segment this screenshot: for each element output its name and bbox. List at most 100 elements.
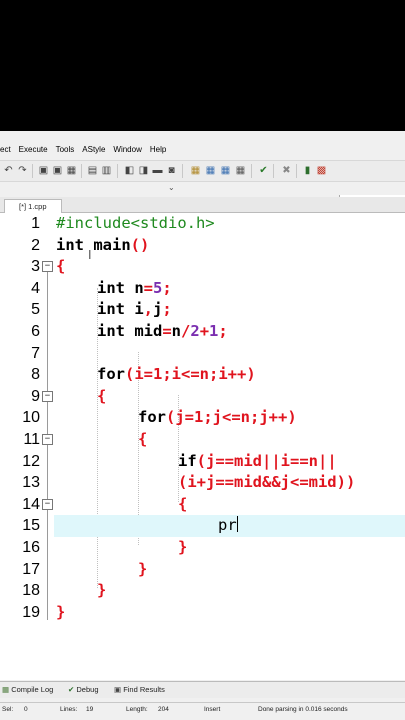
fold-collapse-icon[interactable]: − [42,434,53,445]
code-text: { [97,386,107,405]
code-line: 11 − { [0,429,405,451]
indent-icon[interactable]: ◧ [124,165,135,176]
tab-label: Debug [76,685,99,694]
code-line: 2 int main() [0,235,405,257]
line-number: 8 [31,366,40,384]
tab-label: Compile Log [11,685,54,694]
class-icon[interactable]: ◙ [166,165,177,176]
status-length-value: 204 [158,706,169,713]
find-icon[interactable]: ▣ [38,165,49,176]
check-icon[interactable]: ✔ [258,165,269,176]
chart-icon[interactable]: ▮ [302,165,313,176]
code-line: 7 [0,343,405,365]
menu-tools[interactable]: Tools [56,145,75,159]
code-text: (i+j==mid&&j<=mid)) [178,473,356,492]
code-line: 14 − { [0,494,405,516]
mouse-ibeam-icon: I [88,248,92,262]
print-icon[interactable]: ▤ [87,165,98,176]
toolbar-separator [251,164,252,178]
status-sel-value: 0 [24,706,28,713]
bottom-panel-tabs: ▦ Compile Log ✔ Debug ▣ Find Results [0,681,405,698]
tab-label: Find Results [123,685,165,694]
code-text: for(i=1;i<=n;i++) [97,365,256,384]
class-combo-row: ⌄ [0,182,405,195]
stop-icon[interactable]: ✖ [281,165,292,176]
code-text: } [178,538,188,556]
toolbar-separator [32,164,33,178]
tab-1cpp[interactable]: [*] 1.cpp [4,199,62,213]
fold-collapse-icon[interactable]: − [42,261,53,273]
line-number: 19 [22,603,40,621]
code-text: int mid=n/2+1; [97,322,228,340]
code-text: } [138,559,148,578]
line-number: 16 [22,539,40,556]
status-mode: Insert [204,706,221,713]
tab-debug[interactable]: ✔ Debug [68,682,99,698]
tab-find-results[interactable]: ▣ Find Results [114,682,165,698]
menu-astyle[interactable]: AStyle [82,145,105,159]
debug-icon[interactable]: ▩ [316,165,327,176]
unindent-icon[interactable]: ◨ [138,165,149,176]
line-number: 4 [31,279,40,297]
find-results-icon: ▣ [114,685,122,694]
code-line: 1 #include<stdio.h> [0,213,405,235]
redo-icon[interactable]: ↷ [17,165,28,176]
line-number: 6 [31,323,40,340]
status-sel-label: Sel: [2,706,14,713]
code-text: { [178,494,188,513]
toolbar-separator [81,164,82,178]
code-editor[interactable]: 1 #include<stdio.h> 2 int main() 3 − { 4… [0,213,405,680]
debug-tab-icon: ✔ [68,685,75,694]
line-number: 3 [31,258,40,276]
code-line: 8 for(i=1;i<=n;i++) [0,364,405,386]
line-number: 15 [22,517,40,535]
code-text: { [138,430,148,448]
line-number: 1 [31,215,40,232]
replace-icon[interactable]: ▣ [52,165,63,176]
code-text: if(j==mid||i==n|| [178,451,337,470]
menu-execute[interactable]: Execute [19,145,48,159]
code-text: #include<stdio.h> [56,214,215,232]
code-text: for(j=1;j<=n;j++) [138,408,297,427]
code-line: 3 − { [0,256,405,278]
code-text: int main() [56,235,150,254]
compile-log-icon: ▦ [2,685,10,694]
compile-icon[interactable]: ▦ [190,165,201,176]
chevron-down-icon[interactable]: ⌄ [168,183,175,192]
toolbar-separator [117,164,118,178]
code-text: int n=5; [97,278,172,297]
goto-icon[interactable]: ▦ [66,165,77,176]
code-line: 12 if(j==mid||i==n|| [0,451,405,473]
fold-collapse-icon[interactable]: − [42,390,53,402]
code-line: 13 (i+j==mid&&j<=mid)) [0,472,405,494]
menu-bar: ect Execute Tools AStyle Window Help [0,145,405,159]
toolbar-separator [296,164,297,178]
line-number: 12 [22,452,40,470]
editor-tab-bar: [*] 1.cpp [0,197,405,213]
toolbar-separator [182,164,183,178]
code-line: 18 } [0,580,405,602]
undo-icon[interactable]: ↶ [3,165,14,176]
menu-window[interactable]: Window [113,145,141,159]
run-icon[interactable]: ▦ [205,165,216,176]
menu-help[interactable]: Help [150,145,166,159]
status-lines-value: 19 [86,706,94,713]
fold-collapse-icon[interactable]: − [42,498,53,510]
line-number: 5 [31,301,40,319]
menu-project[interactable]: ect [0,145,11,159]
line-number: 17 [22,560,40,578]
line-number: 14 [22,495,40,513]
code-text: } [97,581,107,600]
code-text: int i,j; [97,300,172,319]
code-text: } [56,602,66,621]
line-number: 10 [22,409,40,427]
dev-cpp-window: ect Execute Tools AStyle Window Help ↶ ↷… [0,131,405,720]
toggle-icon[interactable]: ▥ [101,165,112,176]
code-line: 10 for(j=1;j<=n;j++) [0,407,405,429]
tab-compile-log[interactable]: ▦ Compile Log [2,682,53,698]
rebuild-icon[interactable]: ▦ [235,165,246,176]
bookmark-icon[interactable]: ▬ [152,165,163,176]
status-lines-label: Lines: [60,706,78,713]
code-line: 5 int i,j; [0,299,405,321]
compile-run-icon[interactable]: ▦ [220,165,231,176]
